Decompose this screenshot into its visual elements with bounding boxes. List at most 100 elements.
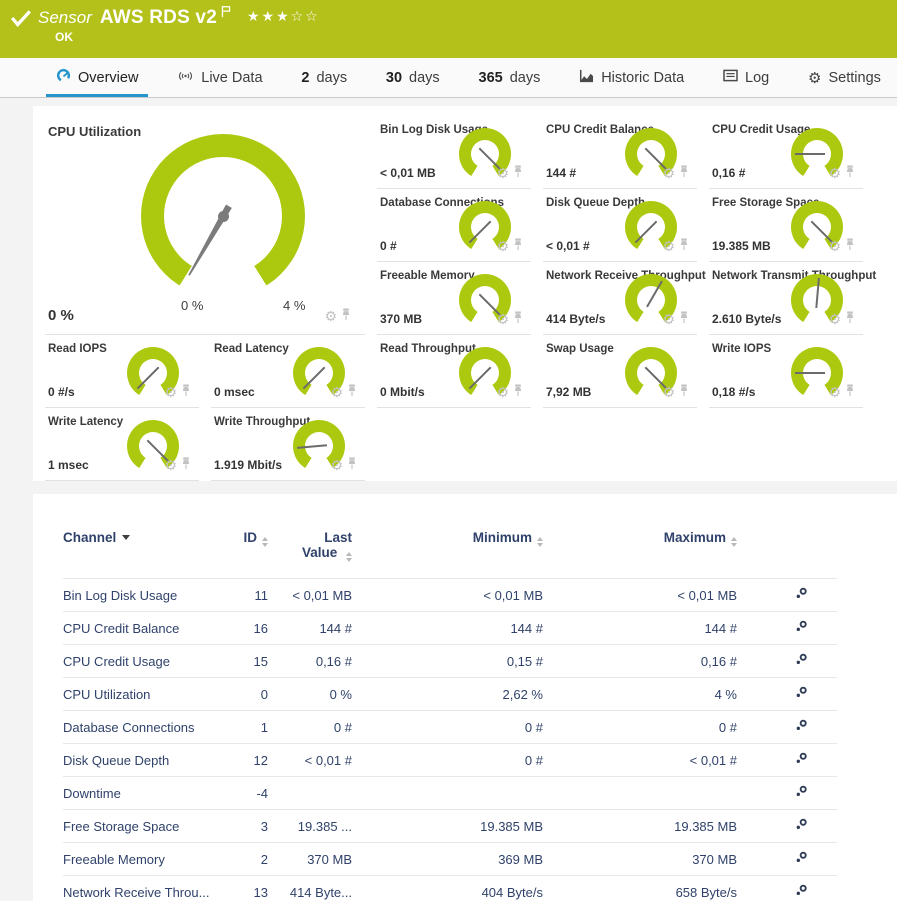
channel-maximum-cell: 658 Byte/s [543, 876, 737, 901]
channel-name-cell[interactable]: Downtime [63, 777, 213, 810]
gear-icon[interactable]: ⚙ [828, 313, 841, 327]
pin-icon[interactable] [679, 165, 689, 183]
channel-last-value: 0,16 # [712, 166, 745, 180]
pin-icon[interactable] [845, 238, 855, 256]
pin-icon[interactable] [513, 238, 523, 256]
column-header-minimum[interactable]: Minimum [352, 530, 543, 579]
tab-365-days[interactable]: 365days [473, 58, 547, 97]
channel-panel[interactable]: Freeable Memory370 MB⚙ [377, 262, 531, 335]
priority-star-rating[interactable]: ★★★☆☆ [247, 9, 320, 25]
tab-live-data[interactable]: Live Data [171, 58, 268, 97]
gear-icon[interactable]: ⚙ [330, 459, 343, 473]
channel-settings-icon[interactable] [737, 843, 837, 876]
tab-2-days[interactable]: 2days [295, 58, 353, 97]
pin-icon[interactable] [679, 238, 689, 256]
channel-panel[interactable]: Swap Usage7,92 MB⚙ [543, 335, 697, 408]
priority-flag-icon[interactable] [221, 5, 231, 23]
channel-panel[interactable]: Read IOPS0 #/s⚙ [45, 335, 199, 408]
gear-icon[interactable]: ⚙ [662, 240, 675, 254]
channel-panel[interactable]: Network Transmit Throughput2.610 Byte/s⚙ [709, 262, 863, 335]
gear-icon[interactable]: ⚙ [330, 386, 343, 400]
channel-name-cell[interactable]: CPU Credit Usage [63, 645, 213, 678]
channel-panel[interactable]: Write Throughput1.919 Mbit/s⚙ [211, 408, 365, 481]
column-header-last-value[interactable]: Last Value [268, 530, 352, 579]
channel-last-value: 1 msec [48, 458, 89, 472]
channel-last-value-cell: < 0,01 MB [268, 579, 352, 612]
channel-name-cell[interactable]: Freeable Memory [63, 843, 213, 876]
channel-panel[interactable]: Database Connections0 #⚙ [377, 189, 531, 262]
tab-30-days[interactable]: 30days [380, 58, 446, 97]
tab-historic-data[interactable]: Historic Data [573, 58, 690, 97]
pin-icon[interactable] [341, 308, 351, 326]
column-header-id[interactable]: ID [213, 530, 268, 579]
channel-panel[interactable]: Write Latency1 msec⚙ [45, 408, 199, 481]
channel-panel[interactable]: CPU Credit Balance144 #⚙ [543, 116, 697, 189]
pin-icon[interactable] [347, 384, 357, 402]
pin-icon[interactable] [513, 384, 523, 402]
channel-settings-icon[interactable] [737, 678, 837, 711]
channel-panel[interactable]: CPU Credit Usage0,16 #⚙ [709, 116, 863, 189]
tab-log[interactable]: Log [717, 58, 775, 97]
pin-icon[interactable] [845, 384, 855, 402]
pin-icon[interactable] [513, 165, 523, 183]
channel-maximum-cell [543, 777, 737, 810]
pin-icon[interactable] [513, 311, 523, 329]
channel-name-cell[interactable]: Disk Queue Depth [63, 744, 213, 777]
channel-panel-cpu-utilization[interactable]: CPU Utilization 0 % 4 % 0 % ⚙ [45, 116, 365, 335]
gear-icon[interactable]: ⚙ [324, 310, 337, 324]
pin-icon[interactable] [181, 457, 191, 475]
channel-name-cell[interactable]: CPU Credit Balance [63, 612, 213, 645]
pin-icon[interactable] [845, 165, 855, 183]
gear-icon[interactable]: ⚙ [164, 386, 177, 400]
channel-panel[interactable]: Disk Queue Depth< 0,01 #⚙ [543, 189, 697, 262]
channel-settings-icon[interactable] [737, 777, 837, 810]
tab-overview[interactable]: Overview [50, 58, 144, 97]
gear-icon[interactable]: ⚙ [662, 313, 675, 327]
gear-icon[interactable]: ⚙ [496, 167, 509, 181]
tab-settings[interactable]: ⚙Settings [802, 58, 887, 97]
channel-id-cell: 12 [213, 744, 268, 777]
table-row: Database Connections10 #0 #0 # [63, 711, 837, 744]
gear-icon[interactable]: ⚙ [662, 167, 675, 181]
tab-label: days [316, 70, 347, 86]
channel-minimum-cell: 0 # [352, 711, 543, 744]
gear-icon[interactable]: ⚙ [164, 459, 177, 473]
channel-settings-icon[interactable] [737, 579, 837, 612]
channel-id-cell: -4 [213, 777, 268, 810]
gear-icon[interactable]: ⚙ [828, 240, 841, 254]
channel-panel[interactable]: Read Latency0 msec⚙ [211, 335, 365, 408]
channel-settings-icon[interactable] [737, 876, 837, 901]
pin-icon[interactable] [347, 457, 357, 475]
channel-name-cell[interactable]: Free Storage Space [63, 810, 213, 843]
channel-name-cell[interactable]: CPU Utilization [63, 678, 213, 711]
pin-icon[interactable] [679, 311, 689, 329]
channel-name-cell[interactable]: Database Connections [63, 711, 213, 744]
sensor-type-label: Sensor [38, 8, 92, 28]
gear-icon[interactable]: ⚙ [496, 240, 509, 254]
channel-settings-icon[interactable] [737, 810, 837, 843]
column-header-maximum[interactable]: Maximum [543, 530, 737, 579]
gear-icon[interactable]: ⚙ [662, 386, 675, 400]
column-header-channel[interactable]: Channel [63, 530, 213, 579]
gear-icon[interactable]: ⚙ [496, 313, 509, 327]
pin-icon[interactable] [679, 384, 689, 402]
gear-icon[interactable]: ⚙ [828, 386, 841, 400]
channel-panel[interactable]: Write IOPS0,18 #/s⚙ [709, 335, 863, 408]
channel-settings-icon[interactable] [737, 744, 837, 777]
channel-panel[interactable]: Network Receive Throughput414 Byte/s⚙ [543, 262, 697, 335]
gear-icon[interactable]: ⚙ [496, 386, 509, 400]
channel-panel[interactable]: Read Throughput0 Mbit/s⚙ [377, 335, 531, 408]
channel-settings-icon[interactable] [737, 612, 837, 645]
channel-last-value: 1.919 Mbit/s [214, 458, 282, 472]
pin-icon[interactable] [845, 311, 855, 329]
gauge-icon [56, 68, 71, 87]
channel-settings-icon[interactable] [737, 645, 837, 678]
channel-name-cell[interactable]: Network Receive Throu... [63, 876, 213, 901]
channel-last-value: < 0,01 MB [380, 166, 436, 180]
pin-icon[interactable] [181, 384, 191, 402]
channel-settings-icon[interactable] [737, 711, 837, 744]
channel-panel[interactable]: Bin Log Disk Usage< 0,01 MB⚙ [377, 116, 531, 189]
gear-icon[interactable]: ⚙ [828, 167, 841, 181]
channel-name-cell[interactable]: Bin Log Disk Usage [63, 579, 213, 612]
channel-panel[interactable]: Free Storage Space19.385 MB⚙ [709, 189, 863, 262]
